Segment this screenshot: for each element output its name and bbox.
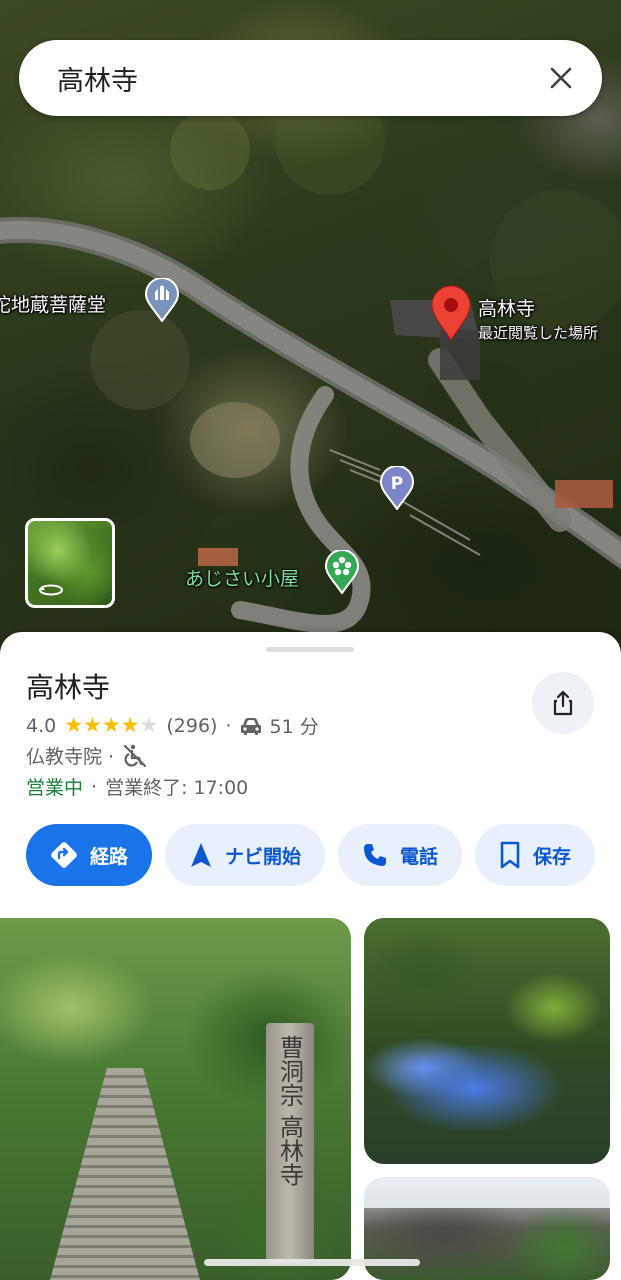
directions-button[interactable]: 経路	[26, 824, 153, 886]
car-icon	[240, 717, 261, 735]
parking-pin-icon[interactable]: P	[380, 466, 414, 510]
action-buttons: 経路 ナビ開始 電話 保存	[26, 824, 621, 886]
map-label-temple-name: 高林寺	[478, 298, 536, 320]
share-button[interactable]	[532, 672, 594, 734]
directions-icon	[51, 842, 77, 868]
photo-temple-entrance[interactable]: 曹洞宗 高林寺	[0, 918, 351, 1280]
save-button[interactable]: 保存	[475, 824, 596, 886]
place-category: 仏教寺院 ·	[26, 746, 115, 768]
stone-stairs	[50, 1068, 200, 1280]
drive-time: 51 分	[269, 716, 319, 738]
garden-pin-icon[interactable]	[325, 550, 359, 594]
save-label: 保存	[533, 845, 572, 868]
map-label-jizo[interactable]: 阿弥陀地蔵菩薩堂	[0, 290, 106, 317]
call-label: 電話	[400, 845, 439, 868]
stone-marker-inscription: 曹洞宗 高林寺	[266, 1023, 314, 1263]
map-label-temple[interactable]: 高林寺 最近閲覧した場所	[478, 294, 598, 343]
star-empty-icon: ★	[139, 713, 159, 737]
navigation-arrow-icon	[191, 843, 212, 867]
star-icon: ★	[120, 713, 140, 737]
review-count[interactable]: (296)	[166, 715, 217, 737]
start-navigation-button[interactable]: ナビ開始	[165, 824, 326, 886]
phone-icon	[364, 844, 387, 866]
street-view-thumbnail[interactable]	[25, 518, 115, 608]
star-icon: ★	[64, 713, 84, 737]
place-title: 高林寺	[26, 671, 111, 704]
star-rating: ★ ★ ★ ★ ★	[64, 715, 158, 736]
selected-place-pin-icon[interactable]	[430, 285, 472, 341]
open-status: 営業中	[26, 777, 84, 799]
drag-handle[interactable]	[266, 647, 354, 652]
search-bar[interactable]: 高林寺	[19, 40, 602, 116]
separator-dot: ·	[91, 775, 98, 798]
separator-dot: ·	[225, 714, 232, 737]
rating-row[interactable]: 4.0 ★ ★ ★ ★ ★ (296) · 51 分	[26, 712, 319, 739]
call-button[interactable]: 電話	[338, 824, 463, 886]
search-query[interactable]: 高林寺	[57, 59, 546, 98]
rotate-360-icon	[39, 584, 63, 596]
worship-pin-icon[interactable]	[145, 278, 179, 322]
photo-hydrangea[interactable]	[364, 918, 610, 1164]
home-indicator[interactable]	[204, 1259, 420, 1266]
category-row: 仏教寺院 ·	[26, 742, 148, 769]
star-icon: ★	[101, 713, 121, 737]
svg-text:P: P	[391, 474, 403, 494]
closing-time: 営業終了: 17:00	[105, 777, 249, 799]
no-wheelchair-access-icon	[123, 744, 147, 767]
map-label-ajisai[interactable]: あじさい小屋	[185, 564, 299, 591]
bookmark-icon	[500, 841, 520, 869]
directions-label: 経路	[90, 845, 129, 868]
start-navigation-label: ナビ開始	[225, 845, 302, 868]
map-label-temple-sub: 最近閲覧した場所	[478, 324, 599, 342]
hours-row[interactable]: 営業中 · 営業終了: 17:00	[26, 773, 248, 800]
map-view[interactable]: 高林寺 阿弥陀地蔵菩薩堂 高林寺 最近閲覧した場所 P あじさい小屋	[0, 0, 621, 660]
close-icon[interactable]	[546, 63, 576, 93]
rating-value: 4.0	[26, 714, 57, 737]
share-icon	[553, 690, 573, 716]
star-icon: ★	[83, 713, 102, 737]
